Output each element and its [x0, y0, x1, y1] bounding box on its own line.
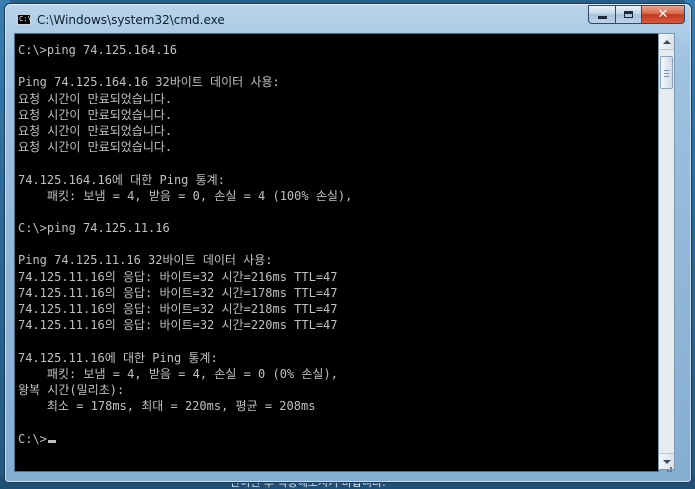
resize-grip-icon[interactable] — [660, 465, 674, 473]
console-line: C:\>ping 74.125.164.16 — [18, 43, 177, 57]
console-prompt: C:\> — [18, 431, 47, 446]
scroll-thumb[interactable] — [660, 56, 673, 89]
console-line: 74.125.164.16에 대한 Ping 통계: — [18, 172, 225, 187]
text-cursor — [47, 439, 56, 443]
console-line: 왕복 시간(밀리초): — [18, 382, 125, 397]
console-line: 요청 시간이 만료되었습니다. — [18, 91, 173, 106]
arrow-up-icon — [662, 39, 671, 44]
caption-buttons: ✕ — [588, 5, 685, 25]
console-line: 최소 = 178ms, 최대 = 220ms, 평균 = 208ms — [18, 399, 316, 414]
console-line: 요청 시간이 만료되었습니다. — [18, 140, 173, 155]
grip-line — [664, 70, 669, 71]
console-line: 요청 시간이 만료되었습니다. — [18, 107, 173, 122]
grip-line — [664, 73, 669, 74]
console-line: 74.125.11.16의 응답: 바이트=32 시간=220ms TTL=47 — [18, 318, 338, 333]
grip-line — [664, 76, 669, 77]
console-line: 패킷: 보냄 = 4, 받음 = 4, 손실 = 0 (0% 손실), — [18, 366, 338, 381]
console-output[interactable]: C:\>ping 74.125.164.16 Ping 74.125.164.16… — [14, 33, 659, 472]
window-title: C:\Windows\system32\cmd.exe — [37, 13, 225, 27]
arrow-down-icon — [662, 459, 671, 464]
maximize-icon — [624, 11, 633, 18]
scroll-up-button[interactable] — [659, 34, 674, 50]
close-button[interactable]: ✕ — [641, 5, 685, 24]
title-bar[interactable]: C:\ C:\Windows\system32\cmd.exe ✕ — [5, 4, 691, 34]
minimize-button[interactable] — [588, 5, 615, 24]
console-line: 74.125.11.16의 응답: 바이트=32 시간=216ms TTL=47 — [18, 269, 338, 284]
console-text: C:\>ping 74.125.164.16 Ping 74.125.164.16… — [18, 42, 352, 447]
console-line: Ping 74.125.164.16 32바이트 데이터 사용: — [18, 75, 280, 90]
console-line: 74.125.11.16의 응답: 바이트=32 시간=178ms TTL=47 — [18, 285, 338, 300]
console-line: 74.125.11.16의 응답: 바이트=32 시간=218ms TTL=47 — [18, 302, 338, 316]
console-line: 74.125.11.16에 대한 Ping 통계: — [18, 350, 218, 365]
close-icon: ✕ — [657, 7, 669, 22]
maximize-button[interactable] — [615, 5, 641, 24]
console-line: 패킷: 보냄 = 4, 받음 = 0, 손실 = 4 (100% 손실), — [18, 188, 353, 203]
console-line: Ping 74.125.11.16 32바이트 데이터 사용: — [18, 253, 273, 268]
console-line: 요청 시간이 만료되었습니다. — [18, 123, 173, 138]
minimize-icon — [597, 16, 607, 19]
vertical-scrollbar[interactable] — [658, 33, 675, 470]
console-line: C:\>ping 74.125.11.16 — [18, 221, 170, 236]
cmd-icon[interactable]: C:\ — [17, 14, 32, 25]
console-prompt-line[interactable]: C:\> — [18, 431, 352, 447]
